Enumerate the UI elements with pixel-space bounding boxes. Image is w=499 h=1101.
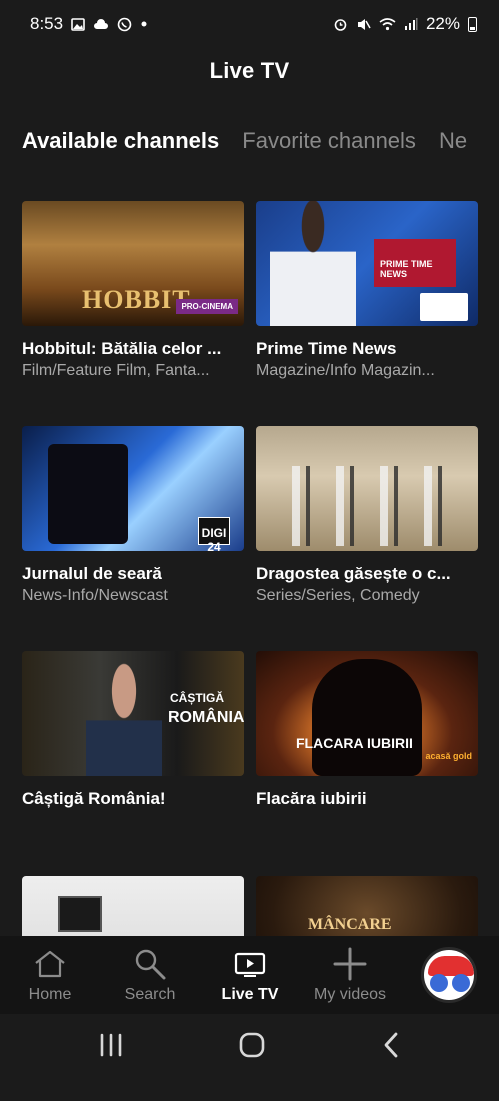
- cloud-icon: [93, 18, 109, 30]
- wifi-icon: [379, 17, 396, 31]
- recent-apps-icon[interactable]: [98, 1033, 124, 1062]
- back-icon[interactable]: [381, 1032, 401, 1063]
- program-title: Flacăra iubirii: [256, 789, 367, 808]
- status-time: 8:53: [30, 14, 64, 33]
- channel-thumbnail: HOBBIT PRO-CINEMA: [22, 201, 244, 326]
- thumbnail-text: PRIME TIME NEWS: [374, 239, 456, 287]
- nav-home[interactable]: Home: [0, 936, 100, 1004]
- room-image: [58, 896, 102, 932]
- channel-tabs: Available channels Favorite channels Ne: [22, 128, 499, 162]
- tab-favorite-channels[interactable]: Favorite channels: [242, 128, 416, 162]
- gallery-icon: [71, 17, 85, 31]
- home-icon: [32, 946, 68, 982]
- channel-thumbnail: DIGI 24: [22, 426, 244, 551]
- program-title: Câștigă România!: [22, 789, 166, 808]
- program-title: Jurnalul de seară: [22, 564, 162, 583]
- channel-thumbnail: [256, 426, 478, 551]
- channel-card[interactable]: DIGI 24 Jurnalul de seară News-Info/News…: [22, 426, 244, 651]
- status-bar: 8:53 22%: [0, 0, 499, 48]
- nav-label: Search: [124, 986, 176, 1003]
- channel-card[interactable]: HOBBIT PRO-CINEMA Hobbitul: Bătălia celo…: [22, 201, 244, 426]
- dot-icon: [140, 20, 148, 28]
- program-genre: News-Info/Newscast: [22, 587, 168, 604]
- system-navigation-bar: [0, 1014, 499, 1080]
- program-genre: Magazine/Info Magazin...: [256, 362, 435, 379]
- channel-badge: acasă gold: [425, 751, 472, 761]
- channel-logo: [420, 293, 468, 321]
- page-title: Live TV: [209, 58, 290, 83]
- nav-my-videos[interactable]: My videos: [300, 936, 400, 1004]
- bottom-navigation: Home Search Live TV My videos: [0, 936, 499, 1014]
- live-tv-icon: [234, 946, 266, 982]
- tab-new[interactable]: Ne: [439, 128, 467, 162]
- profile-avatar[interactable]: [421, 947, 477, 1003]
- couple-image: [312, 659, 422, 776]
- battery-icon: [468, 16, 477, 32]
- nav-label: My videos: [313, 986, 387, 1003]
- nav-search[interactable]: Search: [100, 936, 200, 1004]
- thumbnail-text: CÂȘTIGĂ: [170, 691, 224, 705]
- home-button-icon[interactable]: [239, 1032, 265, 1063]
- program-title: Dragostea găsește o c...: [256, 564, 451, 583]
- battery-percent: 22%: [425, 14, 460, 33]
- nav-live-tv[interactable]: Live TV: [200, 936, 300, 1004]
- signal-icon: [404, 17, 418, 31]
- channel-logo: DIGI 24: [198, 517, 230, 551]
- dancers-image: [276, 466, 456, 546]
- thumbnail-text: ROMÂNIA!: [168, 709, 244, 726]
- thumbnail-text: HOBBIT: [82, 285, 191, 314]
- channel-badge: PRO-CINEMA: [176, 299, 238, 314]
- mute-icon: [356, 17, 371, 32]
- alarm-icon: [333, 17, 348, 32]
- program-genre: Film/Feature Film, Fanta...: [22, 362, 210, 379]
- camera-image: [48, 444, 128, 544]
- presenter-image: [270, 201, 356, 326]
- channel-thumbnail: PRIME TIME NEWS: [256, 201, 478, 326]
- program-genre: Series/Series, Comedy: [256, 587, 420, 604]
- plus-icon: [333, 946, 367, 982]
- thumbnail-text: MÂNCARE: [308, 916, 392, 933]
- program-title: Hobbitul: Bătălia celor ...: [22, 339, 222, 358]
- channel-card[interactable]: PRIME TIME NEWS Prime Time News Magazine…: [256, 201, 478, 426]
- program-title: Prime Time News: [256, 339, 397, 358]
- nav-label: Live TV: [221, 986, 279, 1003]
- thumbnail-text: FLACARA IUBIRII: [296, 735, 413, 751]
- nav-label: Home: [28, 986, 72, 1003]
- search-icon: [133, 946, 167, 982]
- channel-card[interactable]: CÂȘTIGĂ ROMÂNIA! Câștigă România!: [22, 651, 244, 876]
- channel-card[interactable]: Dragostea găsește o c... Series/Series, …: [256, 426, 478, 651]
- channel-thumbnail: CÂȘTIGĂ ROMÂNIA!: [22, 651, 244, 776]
- whatsapp-icon: [117, 17, 132, 32]
- tab-available-channels[interactable]: Available channels: [22, 128, 219, 162]
- channel-card[interactable]: FLACARA IUBIRII acasă gold Flacăra iubir…: [256, 651, 478, 876]
- host-image: [86, 651, 162, 776]
- channel-thumbnail: FLACARA IUBIRII acasă gold: [256, 651, 478, 776]
